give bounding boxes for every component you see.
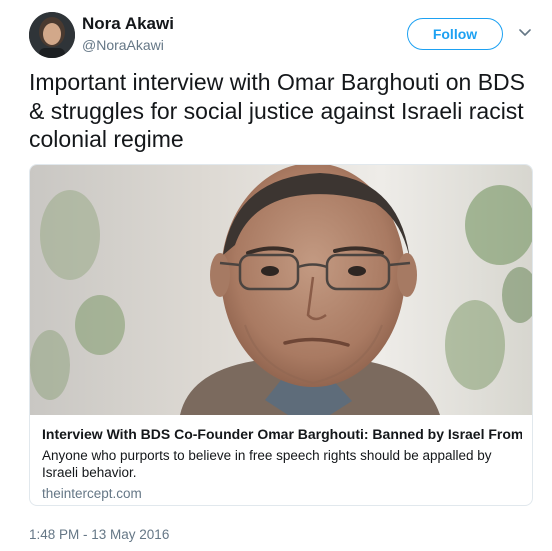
link-card[interactable]: Interview With BDS Co-Founder Omar Bargh…	[29, 164, 533, 506]
card-title[interactable]: Interview With BDS Co-Founder Omar Bargh…	[42, 425, 522, 443]
user-handle[interactable]: @NoraAkawi	[82, 37, 164, 53]
follow-button[interactable]: Follow	[407, 18, 503, 50]
card-description: Anyone who purports to believe in free s…	[42, 448, 492, 480]
tweet-timestamp[interactable]: 1:48 PM - 13 May 2016	[29, 527, 169, 542]
tweet-text: Important interview with Omar Barghouti …	[29, 69, 525, 152]
avatar[interactable]	[29, 12, 75, 58]
card-image[interactable]	[30, 165, 532, 415]
card-domain[interactable]: theintercept.com	[42, 486, 522, 501]
user-name[interactable]: Nora Akawi	[82, 14, 174, 34]
chevron-down-icon[interactable]	[516, 26, 534, 40]
